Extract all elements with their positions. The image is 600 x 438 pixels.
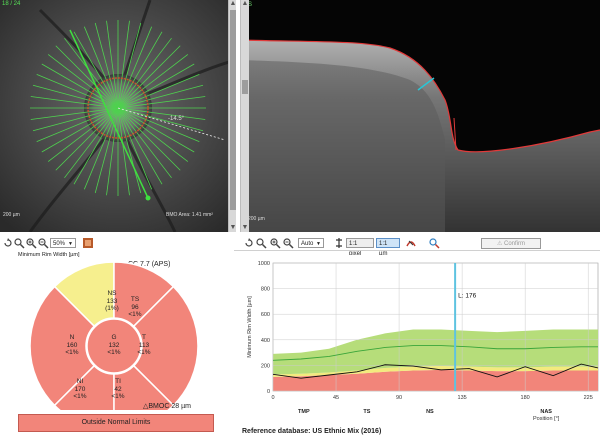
zoom-in-icon[interactable] [269,237,281,249]
mrw-profile-chart: 1000 800 600 400 200 00 45 90 135 180 225 TMP TS NS NA… [247,261,599,422]
y-tick-label: 800 [261,287,270,293]
x-axis-title: Position [°] [533,416,560,422]
y-tick-label: 200 [261,363,270,369]
y-axis-title: Minimum Rim Width [µm] [247,296,253,358]
zoom-out-icon[interactable] [282,237,294,249]
magnifier-icon[interactable] [255,237,267,249]
sector-g-value: 132 [108,341,120,349]
mrw-profile-chart-panel: 1000 800 600 400 200 0 0 45 90 135 180 225 TMP TS NS NA… [240,255,600,438]
heyex-analysis-window: 18 / 24 -14.5° 200 µm BMO Area: 1.41 mm²… [0,0,600,438]
x-tick-label: 45 [333,395,339,401]
x-tick-label: 135 [458,395,467,401]
bmo-tool-icon[interactable] [405,237,417,249]
image-settings-icon[interactable] [82,237,94,249]
sector-ts-name: TS [130,296,140,303]
right-toolbar: Auto ▼ 1:1 pixel 1:1 µm ⚠ Confirm [243,237,600,257]
segmentation-search-icon[interactable] [428,237,440,249]
chevron-down-icon: ▼ [316,241,321,247]
sector-n-pct: <1% [65,349,79,356]
zoom-out-icon[interactable] [37,237,49,249]
confirm-label: Confirm [504,241,526,247]
sector-t-name: T [142,334,146,341]
sector-ts-value: 96 [131,303,139,311]
bscan-scrollbar[interactable]: ▲ ▼ [240,0,249,232]
sector-label-ni: NI 170 <1% [64,378,96,401]
y-tick-label: 0 [267,389,270,395]
sector-ti-pct: <1% [111,393,125,400]
sector-label-ti: TI 42 <1% [102,378,134,401]
x-tick-label: 180 [521,395,530,401]
sector-ts-pct: <1% [128,311,142,318]
fundus-image-panel[interactable]: 18 / 24 -14.5° 200 µm BMO Area: 1.41 mm²… [0,0,236,232]
y-tick-label: 400 [261,338,270,344]
sector-chart-area: Minimum Rim Width [µm] CC 7.7 (APS) NS 13… [0,250,234,438]
chevron-down-icon: ▼ [68,241,73,247]
magnifier-icon[interactable] [13,237,25,249]
sector-ni-pct: <1% [73,393,87,400]
classification-banner: Outside Normal Limits [18,414,214,432]
zoom-value: 50% [53,241,66,247]
fundus-image [0,0,236,232]
warning-icon: ⚠ [496,241,505,247]
sector-ni-value: 170 [74,385,86,393]
region-label: TS [363,409,370,415]
fundus-scale-bar: 200 µm [3,212,20,218]
zoom-in-icon[interactable] [25,237,37,249]
region-label: NAS [540,409,552,415]
contrast-select[interactable]: Auto ▼ [298,238,324,248]
x-tick-label: 225 [584,395,593,401]
fundus-scroll-thumb[interactable] [230,10,236,210]
rotate-icon[interactable] [243,237,255,249]
bscan-scroll-thumb[interactable] [242,80,248,94]
region-label: NS [426,409,434,415]
bmo-area-text: BMO Area: 1.41 mm² [166,212,213,218]
scroll-down-icon[interactable]: ▼ [229,224,236,232]
sector-g-pct: <1% [107,349,121,356]
sector-t-pct: <1% [137,349,151,356]
bscan-scale-bar: 200 µm [248,216,265,222]
angle-label: -14.5° [168,116,185,122]
sector-label-g: G 132 <1% [98,334,130,357]
scroll-up-icon[interactable]: ▲ [241,0,249,8]
y-tick-label: 600 [261,312,270,318]
fundus-scrollbar[interactable]: ▲ ▼ [228,0,236,232]
sector-label-n: N 160 <1% [56,334,88,357]
one-to-one-pixel-button[interactable]: 1:1 pixel [346,238,374,257]
x-tick-label: 90 [396,395,402,401]
fundus-slice-label: 18 / 24 [2,1,21,7]
contrast-value: Auto [301,241,314,247]
region-label: TMP [298,409,310,415]
reference-database-label: Reference database: US Ethnic Mix (2016) [242,428,382,435]
sector-n-value: 160 [66,341,78,349]
scroll-up-icon[interactable]: ▲ [229,0,236,8]
bscan-image-panel[interactable]: S 200 µm ▲ ▼ [240,0,600,232]
sector-chart-panel: Minimum Rim Width [µm] CC 7.7 (APS) NS 13… [0,250,234,438]
left-toolbar: 50% ▼ [0,237,234,251]
sector-t-value: 113 [138,341,150,349]
bscan-image [240,0,600,232]
sector-g-name: G [111,334,117,341]
sector-label-t: T 113 <1% [128,334,160,357]
sector-ti-name: TI [115,378,121,385]
sector-ni-name: NI [76,378,84,385]
bmo-centroid-label: △BMOC 28 µm [143,402,191,410]
bmo-centroid-value: BMOC 28 µm [148,403,191,410]
zoom-select[interactable]: 50% ▼ [50,238,76,248]
x-tick-label: 0 [271,395,274,401]
scroll-down-icon[interactable]: ▼ [241,224,249,232]
sector-ti-value: 42 [114,385,122,393]
confirm-button[interactable]: ⚠ Confirm [481,238,541,249]
cursor-label: L: 176 [458,293,476,300]
sector-label-ts: TS 96 <1% [119,296,151,319]
one-to-one-um-button[interactable]: 1:1 µm [376,238,400,257]
y-tick-label: 1000 [258,261,270,267]
scale-icon[interactable] [333,237,345,249]
sector-n-name: N [69,334,75,341]
